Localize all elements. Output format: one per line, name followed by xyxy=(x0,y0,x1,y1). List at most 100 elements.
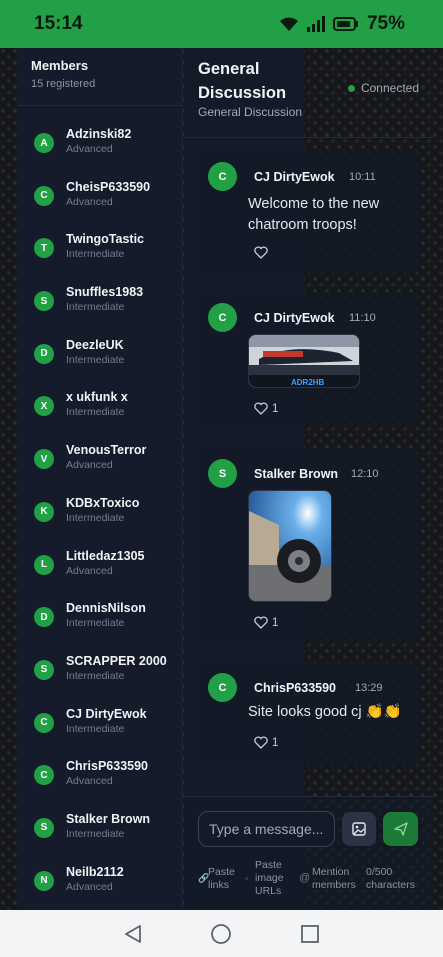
sidebar-header: Members 15 registered xyxy=(17,48,182,106)
member-name: ChrisP633590 xyxy=(66,759,149,774)
like-button[interactable] xyxy=(254,246,272,259)
member-level: Intermediate xyxy=(66,617,125,630)
member-item[interactable]: K KDBxToxico Intermediate xyxy=(17,483,182,536)
at-icon: @ xyxy=(299,872,311,884)
member-item[interactable]: Xx ukfunk x Intermediate xyxy=(17,377,182,430)
member-level: Intermediate xyxy=(66,248,125,261)
message-author: ChrisP633590 xyxy=(254,681,337,695)
member-name: CheisP633590 xyxy=(66,179,151,194)
recents-icon[interactable] xyxy=(300,924,319,943)
hint-paste-images: Paste image URLs xyxy=(255,859,284,897)
message-item: C ChrisP633590 13:29 Site looks good cj … xyxy=(208,673,423,763)
member-text: x ukfunk x Intermediate xyxy=(66,390,128,418)
avatar: K xyxy=(34,501,54,522)
member-name: SCRAPPER 2000 xyxy=(66,653,167,668)
attach-image-button[interactable] xyxy=(342,812,376,846)
message-time: 11:10 xyxy=(349,312,376,324)
status-dot-icon xyxy=(347,84,355,92)
member-item[interactable]: C CheisP633590 Advanced xyxy=(17,167,182,220)
member-item[interactable]: C CJ DirtyEwok Intermediate xyxy=(17,694,182,747)
race-car-photo[interactable]: ADR2HB xyxy=(248,334,360,388)
hint-mention: Mention members xyxy=(312,866,356,891)
member-text: DennisNilson Intermediate xyxy=(66,601,146,629)
heart-icon xyxy=(254,616,268,629)
image-hint-icon: ▫ xyxy=(245,873,249,883)
avatar: T xyxy=(34,238,54,259)
member-text: SCRAPPER 2000 Intermediate xyxy=(66,654,167,682)
home-icon[interactable] xyxy=(210,923,232,945)
connection-status: Connected xyxy=(347,81,419,95)
avatar: A xyxy=(34,133,54,153)
composer-hints: 🔗 Paste links ▫ Paste image URLs @ Menti… xyxy=(198,859,428,903)
status-time: 15:14 xyxy=(34,13,83,34)
member-item[interactable]: C ChrisP633590 Advanced xyxy=(17,746,182,799)
message-time: 10:11 xyxy=(349,171,376,183)
avatar: N xyxy=(34,870,54,891)
avatar: L xyxy=(34,554,54,575)
member-item[interactable]: A Adzinski82 Advanced xyxy=(17,114,182,167)
status-bar: 15:14 75% xyxy=(0,0,443,48)
member-level: Intermediate xyxy=(66,722,125,735)
member-text: TwingoTastic Intermediate xyxy=(66,232,144,260)
member-item[interactable]: L Littledaz1305 Advanced xyxy=(17,536,182,589)
wheel-photo[interactable] xyxy=(248,490,332,602)
member-item[interactable]: S Stalker Brown Intermediate xyxy=(17,799,182,852)
member-count: 15 registered xyxy=(31,78,96,90)
member-name: x ukfunk x xyxy=(66,390,128,405)
member-text: DeezleUK Intermediate xyxy=(66,338,124,366)
member-item[interactable]: D DennisNilson Intermediate xyxy=(17,588,182,641)
member-name: Snuffles1983 xyxy=(66,285,144,300)
message-time: 12:10 xyxy=(351,468,379,480)
avatar: D xyxy=(34,343,54,364)
member-item[interactable]: V VenousTerror Advanced xyxy=(17,430,182,483)
send-button[interactable] xyxy=(383,812,418,846)
avatar: S xyxy=(34,291,54,312)
member-name: Adzinski82 xyxy=(66,127,132,141)
member-level: Advanced xyxy=(66,880,113,893)
avatar: X xyxy=(34,396,54,417)
sidebar-title: Members xyxy=(31,58,89,73)
avatar: C xyxy=(34,765,54,786)
member-name: Neilb2112 xyxy=(66,864,124,879)
avatar: S xyxy=(34,659,54,680)
message-author: Stalker Brown xyxy=(254,467,339,481)
member-text: CJ DirtyEwok Intermediate xyxy=(66,707,147,735)
member-level: Intermediate xyxy=(66,301,125,314)
like-button[interactable]: 1 xyxy=(254,616,278,629)
battery-icon xyxy=(332,17,359,31)
member-level: Intermediate xyxy=(66,511,125,524)
like-button[interactable]: 1 xyxy=(254,736,278,749)
message-author: CJ DirtyEwok xyxy=(254,311,335,325)
avatar: C xyxy=(208,162,237,191)
heart-icon xyxy=(254,736,268,749)
like-button[interactable]: 1 xyxy=(254,402,278,415)
member-item[interactable]: T TwingoTastic Intermediate xyxy=(17,219,182,272)
like-count: 1 xyxy=(272,616,279,629)
image-icon xyxy=(352,822,366,836)
message-text: Site looks good cj 👏👏 xyxy=(248,704,402,720)
back-icon[interactable] xyxy=(124,924,142,944)
member-item[interactable]: S SCRAPPER 2000 Intermediate xyxy=(17,641,182,694)
avatar: S xyxy=(34,817,54,838)
member-text: Littledaz1305 Advanced xyxy=(66,549,145,577)
system-nav-bar xyxy=(0,910,443,957)
battery-level: 75% xyxy=(366,13,405,34)
member-level: Advanced xyxy=(66,143,113,155)
heart-icon xyxy=(254,402,268,415)
member-text: ChrisP633590 Advanced xyxy=(66,759,148,787)
member-item[interactable]: S Snuffles1983 Intermediate xyxy=(17,272,182,325)
member-name: CJ DirtyEwok xyxy=(66,706,147,721)
avatar: V xyxy=(34,449,54,470)
member-item[interactable]: N Neilb2112 Advanced xyxy=(17,852,182,905)
member-item[interactable]: D DeezleUK Intermediate xyxy=(17,325,182,378)
message-text: Welcome to the new chatroom troops! xyxy=(248,196,380,233)
member-level: Advanced xyxy=(66,195,113,208)
member-level: Intermediate xyxy=(66,353,125,366)
message-input[interactable] xyxy=(198,811,335,847)
member-name: TwingoTastic xyxy=(66,232,145,247)
message-item: C CJ DirtyEwok 10:11 Welcome to the new … xyxy=(208,162,423,272)
connection-label: Connected xyxy=(360,81,419,95)
avatar: C xyxy=(34,712,54,733)
member-name: KDBxToxico xyxy=(66,495,140,510)
member-level: Advanced xyxy=(66,775,113,788)
